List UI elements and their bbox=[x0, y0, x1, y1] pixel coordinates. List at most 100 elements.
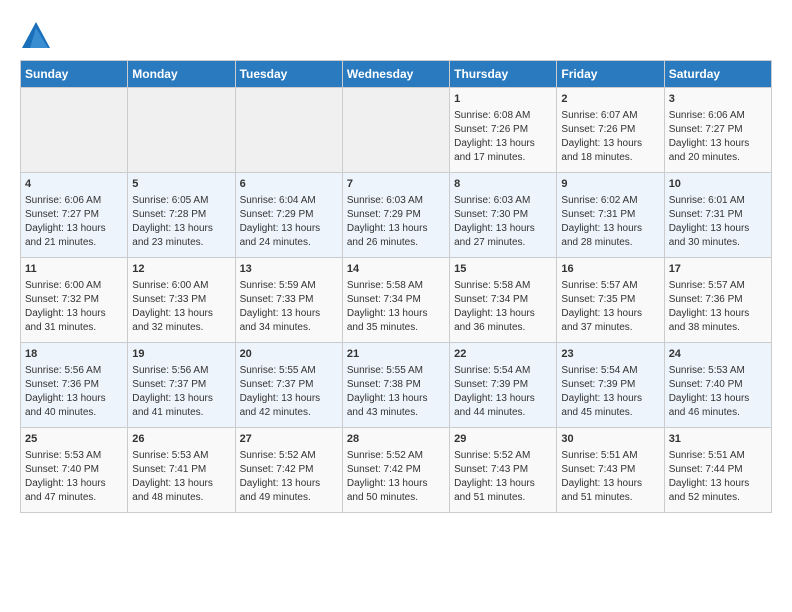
day-number: 16 bbox=[561, 262, 659, 277]
day-number: 4 bbox=[25, 177, 123, 192]
page-header bbox=[20, 20, 772, 50]
day-number: 8 bbox=[454, 177, 552, 192]
weekday-header-friday: Friday bbox=[557, 61, 664, 88]
calendar-cell: 20Sunrise: 5:55 AM Sunset: 7:37 PM Dayli… bbox=[235, 343, 342, 428]
calendar-cell: 18Sunrise: 5:56 AM Sunset: 7:36 PM Dayli… bbox=[21, 343, 128, 428]
day-number: 23 bbox=[561, 347, 659, 362]
day-info: Sunrise: 6:00 AM Sunset: 7:33 PM Dayligh… bbox=[132, 280, 215, 333]
day-info: Sunrise: 5:52 AM Sunset: 7:42 PM Dayligh… bbox=[347, 450, 430, 503]
calendar-cell: 12 Sunrise: 6:00 AM Sunset: 7:33 PM Dayli… bbox=[128, 258, 235, 343]
day-info: Sunrise: 5:51 AM Sunset: 7:44 PM Dayligh… bbox=[669, 450, 752, 503]
day-info: Sunrise: 5:56 AM Sunset: 7:37 PM Dayligh… bbox=[132, 365, 215, 418]
day-number: 13 bbox=[240, 262, 338, 277]
day-info: Sunrise: 6:03 AM Sunset: 7:29 PM Dayligh… bbox=[347, 195, 430, 248]
calendar-cell: 31 Sunrise: 5:51 AM Sunset: 7:44 PM Dayli… bbox=[664, 428, 771, 513]
day-info: Sunrise: 5:55 AM Sunset: 7:37 PM Dayligh… bbox=[240, 365, 323, 418]
calendar-body: 1 Sunrise: 6:08 AM Sunset: 7:26 PM Daylig… bbox=[21, 88, 772, 513]
day-info: Sunrise: 6:02 AM Sunset: 7:31 PM Dayligh… bbox=[561, 195, 644, 248]
calendar-cell: 4 Sunrise: 6:06 AM Sunset: 7:27 PM Daylig… bbox=[21, 173, 128, 258]
calendar-cell: 13 Sunrise: 5:59 AM Sunset: 7:33 PM Dayli… bbox=[235, 258, 342, 343]
day-info: Sunrise: 6:04 AM Sunset: 7:29 PM Dayligh… bbox=[240, 195, 323, 248]
calendar-table: SundayMondayTuesdayWednesdayThursdayFrid… bbox=[20, 60, 772, 513]
day-info: Sunrise: 6:08 AM Sunset: 7:26 PM Dayligh… bbox=[454, 110, 537, 163]
day-info: Sunrise: 5:59 AM Sunset: 7:33 PM Dayligh… bbox=[240, 280, 323, 333]
calendar-cell: 29Sunrise: 5:52 AM Sunset: 7:43 PM Dayli… bbox=[450, 428, 557, 513]
calendar-cell: 10 Sunrise: 6:01 AM Sunset: 7:31 PM Dayli… bbox=[664, 173, 771, 258]
calendar-cell: 19 Sunrise: 5:56 AM Sunset: 7:37 PM Dayli… bbox=[128, 343, 235, 428]
day-number: 7 bbox=[347, 177, 445, 192]
calendar-cell: 25 Sunrise: 5:53 AM Sunset: 7:40 PM Dayli… bbox=[21, 428, 128, 513]
day-number: 17 bbox=[669, 262, 767, 277]
calendar-cell bbox=[235, 88, 342, 173]
day-number: 10 bbox=[669, 177, 767, 192]
day-number: 3 bbox=[669, 92, 767, 107]
calendar-cell: 15 Sunrise: 5:58 AM Sunset: 7:34 PM Dayli… bbox=[450, 258, 557, 343]
day-info: Sunrise: 5:57 AM Sunset: 7:36 PM Dayligh… bbox=[669, 280, 752, 333]
weekday-header-thursday: Thursday bbox=[450, 61, 557, 88]
day-info: Sunrise: 5:54 AM Sunset: 7:39 PM Dayligh… bbox=[454, 365, 537, 418]
calendar-cell: 14 Sunrise: 5:58 AM Sunset: 7:34 PM Dayli… bbox=[342, 258, 449, 343]
calendar-cell: 3 Sunrise: 6:06 AM Sunset: 7:27 PM Daylig… bbox=[664, 88, 771, 173]
day-info: Sunrise: 5:54 AM Sunset: 7:39 PM Dayligh… bbox=[561, 365, 644, 418]
calendar-cell: 7 Sunrise: 6:03 AM Sunset: 7:29 PM Daylig… bbox=[342, 173, 449, 258]
calendar-week-4: 18Sunrise: 5:56 AM Sunset: 7:36 PM Dayli… bbox=[21, 343, 772, 428]
calendar-week-3: 11 Sunrise: 6:00 AM Sunset: 7:32 PM Dayli… bbox=[21, 258, 772, 343]
day-number: 15 bbox=[454, 262, 552, 277]
day-number: 25 bbox=[25, 432, 123, 447]
calendar-cell: 28 Sunrise: 5:52 AM Sunset: 7:42 PM Dayli… bbox=[342, 428, 449, 513]
day-number: 21 bbox=[347, 347, 445, 362]
calendar-cell bbox=[128, 88, 235, 173]
weekday-header-saturday: Saturday bbox=[664, 61, 771, 88]
day-info: Sunrise: 5:52 AM Sunset: 7:42 PM Dayligh… bbox=[240, 450, 323, 503]
logo bbox=[20, 20, 54, 50]
calendar-cell: 21Sunrise: 5:55 AM Sunset: 7:38 PM Dayli… bbox=[342, 343, 449, 428]
calendar-cell: 30Sunrise: 5:51 AM Sunset: 7:43 PM Dayli… bbox=[557, 428, 664, 513]
day-info: Sunrise: 5:57 AM Sunset: 7:35 PM Dayligh… bbox=[561, 280, 644, 333]
weekday-header-tuesday: Tuesday bbox=[235, 61, 342, 88]
calendar-cell: 16 Sunrise: 5:57 AM Sunset: 7:35 PM Dayli… bbox=[557, 258, 664, 343]
day-info: Sunrise: 5:58 AM Sunset: 7:34 PM Dayligh… bbox=[454, 280, 537, 333]
day-number: 14 bbox=[347, 262, 445, 277]
day-info: Sunrise: 6:01 AM Sunset: 7:31 PM Dayligh… bbox=[669, 195, 752, 248]
calendar-cell: 6Sunrise: 6:04 AM Sunset: 7:29 PM Daylig… bbox=[235, 173, 342, 258]
day-info: Sunrise: 5:52 AM Sunset: 7:43 PM Dayligh… bbox=[454, 450, 537, 503]
day-info: Sunrise: 5:53 AM Sunset: 7:40 PM Dayligh… bbox=[669, 365, 752, 418]
day-number: 5 bbox=[132, 177, 230, 192]
day-number: 24 bbox=[669, 347, 767, 362]
weekday-header-monday: Monday bbox=[128, 61, 235, 88]
calendar-cell: 17 Sunrise: 5:57 AM Sunset: 7:36 PM Dayli… bbox=[664, 258, 771, 343]
day-number: 22 bbox=[454, 347, 552, 362]
day-number: 26 bbox=[132, 432, 230, 447]
calendar-cell bbox=[21, 88, 128, 173]
calendar-cell: 24 Sunrise: 5:53 AM Sunset: 7:40 PM Dayli… bbox=[664, 343, 771, 428]
logo-icon bbox=[20, 20, 50, 50]
day-number: 9 bbox=[561, 177, 659, 192]
calendar-cell: 26Sunrise: 5:53 AM Sunset: 7:41 PM Dayli… bbox=[128, 428, 235, 513]
day-number: 12 bbox=[132, 262, 230, 277]
day-number: 31 bbox=[669, 432, 767, 447]
day-info: Sunrise: 6:06 AM Sunset: 7:27 PM Dayligh… bbox=[25, 195, 108, 248]
calendar-cell: 1 Sunrise: 6:08 AM Sunset: 7:26 PM Daylig… bbox=[450, 88, 557, 173]
day-info: Sunrise: 5:53 AM Sunset: 7:40 PM Dayligh… bbox=[25, 450, 108, 503]
day-info: Sunrise: 6:03 AM Sunset: 7:30 PM Dayligh… bbox=[454, 195, 537, 248]
day-number: 27 bbox=[240, 432, 338, 447]
calendar-week-2: 4 Sunrise: 6:06 AM Sunset: 7:27 PM Daylig… bbox=[21, 173, 772, 258]
day-number: 18 bbox=[25, 347, 123, 362]
day-number: 19 bbox=[132, 347, 230, 362]
calendar-cell: 11 Sunrise: 6:00 AM Sunset: 7:32 PM Dayli… bbox=[21, 258, 128, 343]
day-number: 28 bbox=[347, 432, 445, 447]
calendar-cell bbox=[342, 88, 449, 173]
calendar-cell: 22 Sunrise: 5:54 AM Sunset: 7:39 PM Dayli… bbox=[450, 343, 557, 428]
day-info: Sunrise: 6:06 AM Sunset: 7:27 PM Dayligh… bbox=[669, 110, 752, 163]
day-info: Sunrise: 6:07 AM Sunset: 7:26 PM Dayligh… bbox=[561, 110, 644, 163]
day-number: 2 bbox=[561, 92, 659, 107]
calendar-cell: 23 Sunrise: 5:54 AM Sunset: 7:39 PM Dayli… bbox=[557, 343, 664, 428]
day-info: Sunrise: 5:58 AM Sunset: 7:34 PM Dayligh… bbox=[347, 280, 430, 333]
day-number: 30 bbox=[561, 432, 659, 447]
day-number: 1 bbox=[454, 92, 552, 107]
day-info: Sunrise: 6:00 AM Sunset: 7:32 PM Dayligh… bbox=[25, 280, 108, 333]
calendar-cell: 2 Sunrise: 6:07 AM Sunset: 7:26 PM Daylig… bbox=[557, 88, 664, 173]
calendar-cell: 8 Sunrise: 6:03 AM Sunset: 7:30 PM Daylig… bbox=[450, 173, 557, 258]
calendar-cell: 9 Sunrise: 6:02 AM Sunset: 7:31 PM Daylig… bbox=[557, 173, 664, 258]
day-number: 11 bbox=[25, 262, 123, 277]
